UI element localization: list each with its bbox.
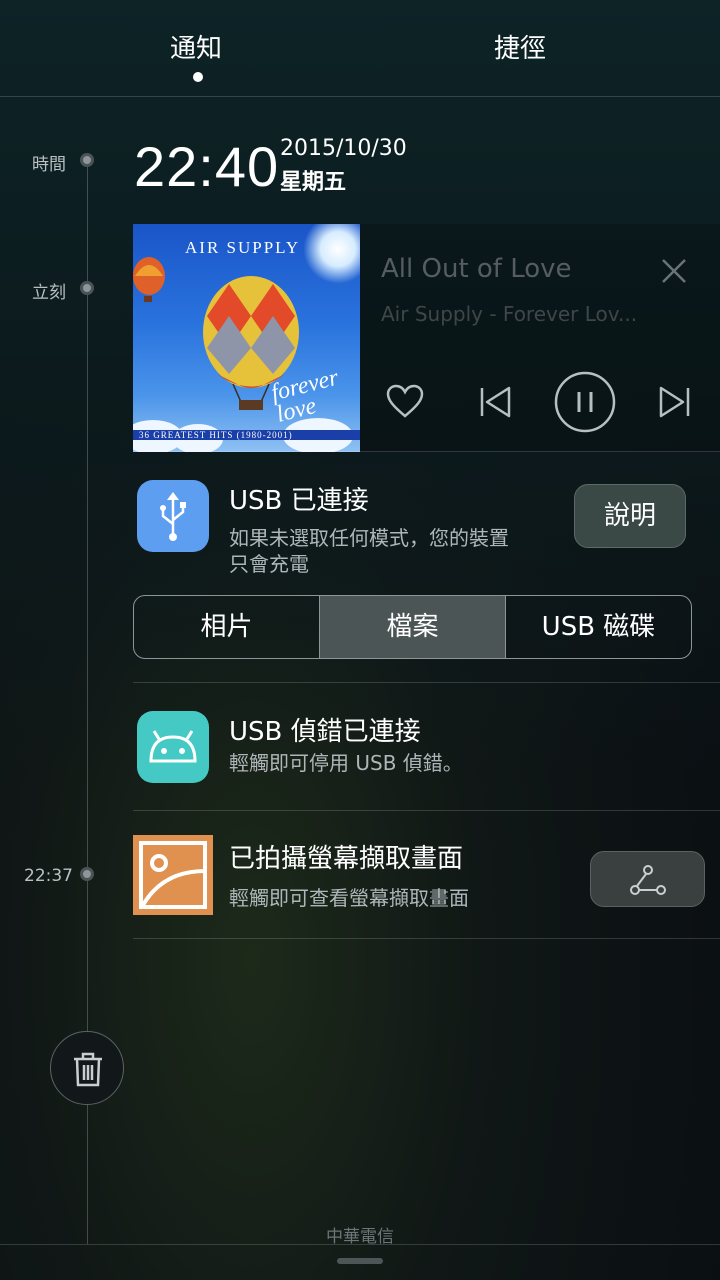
heart-icon[interactable] (385, 382, 425, 422)
tabs-divider (0, 96, 720, 97)
android-icon (137, 711, 209, 783)
tab-notifications[interactable]: 通知 (170, 28, 222, 65)
usb-mode-storage[interactable]: USB 磁碟 (506, 596, 691, 658)
carrier-name: 中華電信 (326, 1227, 394, 1247)
clock-time: 22:40 (134, 135, 280, 198)
tab-shortcuts[interactable]: 捷徑 (494, 28, 546, 65)
share-icon (630, 865, 666, 895)
close-icon[interactable] (657, 254, 691, 288)
share-button[interactable] (590, 851, 705, 907)
timeline-dot (80, 867, 94, 881)
album-art: AIR SUPPLY forever love 36 GREATEST HITS… (133, 224, 360, 452)
usb-mode-selector: 相片 檔案 USB 磁碟 (133, 595, 692, 659)
usb-mode-files[interactable]: 檔案 (320, 596, 505, 658)
divider (133, 938, 720, 939)
timeline-label-time: 時間 (32, 155, 66, 175)
pause-icon[interactable] (553, 370, 617, 434)
music-notification[interactable]: AIR SUPPLY forever love 36 GREATEST HITS… (133, 224, 720, 452)
timeline-dot (80, 153, 94, 167)
divider (133, 682, 720, 683)
divider (133, 810, 720, 811)
clear-all-button[interactable] (50, 1031, 124, 1105)
help-button[interactable]: 說明 (574, 484, 686, 548)
song-artist: Air Supply - Forever Lov... (381, 302, 638, 326)
notification-tabs: 通知 捷徑 (0, 0, 720, 96)
usb-icon (137, 480, 209, 552)
usb-notification-body-line2: 只會充電 (229, 552, 309, 576)
song-title: All Out of Love (381, 254, 572, 284)
active-tab-indicator (193, 72, 203, 82)
clock-date: 2015/10/30 (280, 136, 407, 161)
divider (133, 451, 720, 452)
usb-debug-body: 輕觸即可停用 USB 偵錯。 (229, 751, 463, 775)
album-art-subtitle: 36 GREATEST HITS (1980-2001) (139, 430, 293, 440)
next-icon[interactable] (655, 382, 695, 422)
usb-debug-title: USB 偵錯已連接 (229, 717, 421, 747)
previous-icon[interactable] (475, 382, 515, 422)
timeline-label-now: 立刻 (32, 283, 66, 303)
clock-weekday: 星期五 (280, 170, 347, 195)
timeline-label-earlier: 22:37 (24, 866, 73, 886)
usb-notification-body-line1: 如果未選取任何模式，您的裝置 (229, 526, 509, 550)
trash-icon (74, 1052, 102, 1087)
screenshot-icon (133, 835, 213, 915)
usb-mode-photos[interactable]: 相片 (134, 596, 319, 658)
usb-notification-title: USB 已連接 (229, 486, 369, 516)
screenshot-body: 輕觸即可查看螢幕擷取畫面 (229, 886, 469, 910)
timeline-dot (80, 281, 94, 295)
drag-handle[interactable] (337, 1258, 383, 1264)
screenshot-title: 已拍攝螢幕擷取畫面 (229, 844, 464, 874)
